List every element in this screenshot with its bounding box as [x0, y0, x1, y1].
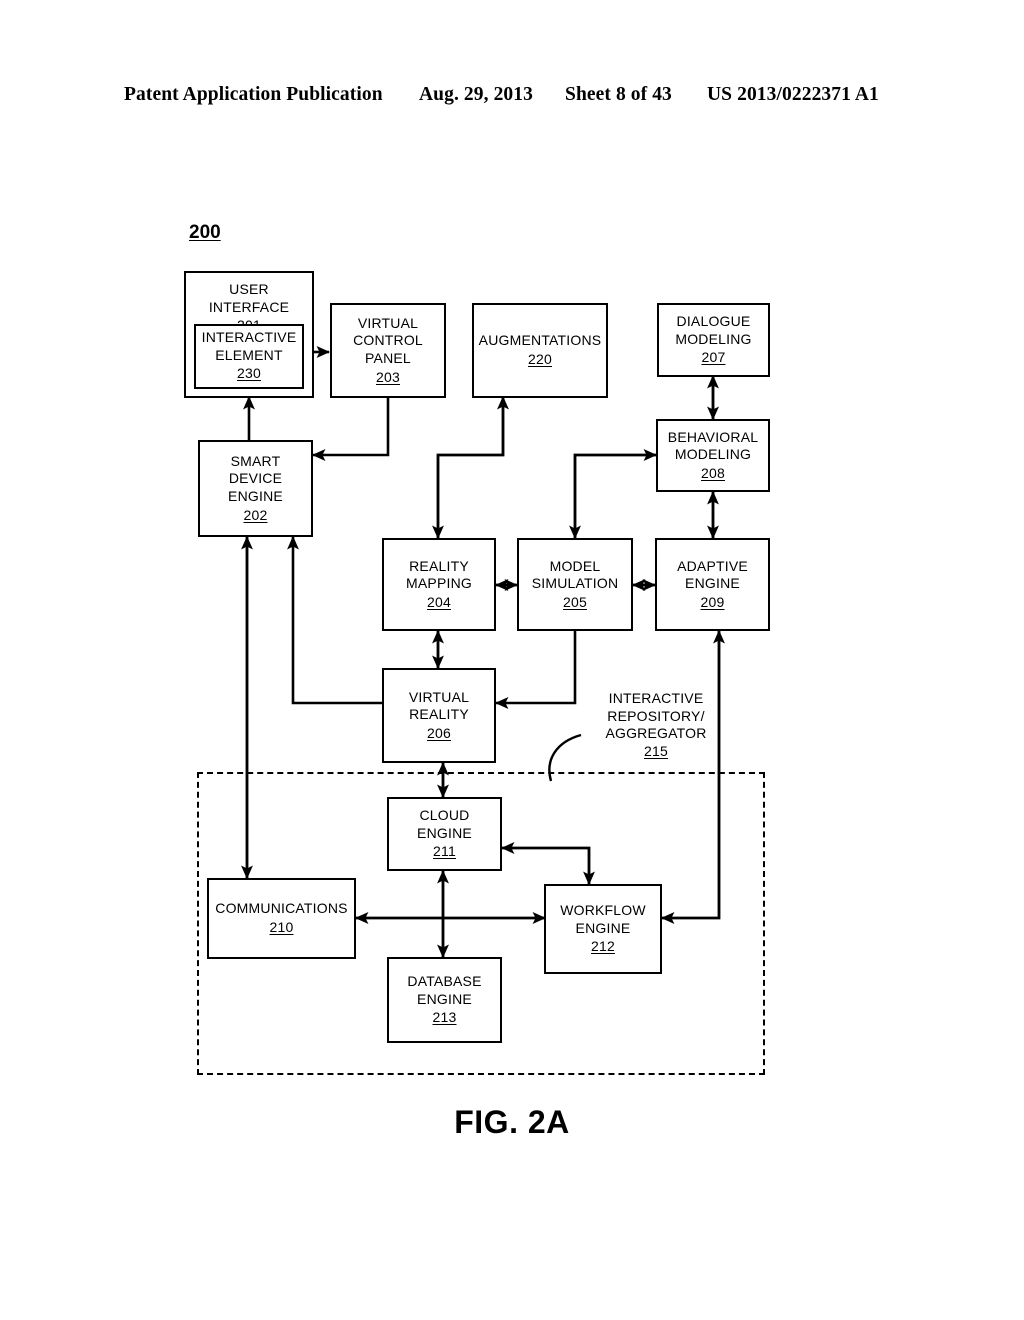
block-user-interface[interactable]: USER INTERFACE 201 INTERACTIVE ELEMENT 2… — [184, 271, 314, 398]
block-smart-device-engine[interactable]: SMART DEVICE ENGINE 202 — [198, 440, 313, 537]
dialogue-modeling-ref: 207 — [701, 349, 726, 366]
block-virtual-reality[interactable]: VIRTUAL REALITY 206 — [382, 668, 496, 763]
behavioral-modeling-ref: 208 — [701, 464, 725, 481]
adaptive-engine-title: ADAPTIVE ENGINE — [677, 557, 748, 592]
figure-caption: FIG. 2A — [454, 1104, 570, 1140]
block-reality-mapping[interactable]: REALITY MAPPING 204 — [382, 538, 496, 631]
interactive-element-ref: 230 — [237, 365, 261, 382]
cloud-engine-ref: 211 — [433, 843, 456, 860]
interactive-repository-title: INTERACTIVE REPOSITORY/ AGGREGATOR — [605, 690, 707, 742]
reality-mapping-ref: 204 — [427, 593, 451, 610]
virtual-control-panel-ref: 203 — [376, 368, 400, 385]
user-interface-title: USER INTERFACE — [208, 281, 290, 315]
communications-title: COMMUNICATIONS — [215, 900, 348, 917]
virtual-reality-ref: 206 — [427, 724, 451, 741]
smart-device-engine-title: SMART DEVICE ENGINE — [228, 452, 283, 504]
block-model-simulation[interactable]: MODEL SIMULATION 205 — [517, 538, 633, 631]
block-adaptive-engine[interactable]: ADAPTIVE ENGINE 209 — [655, 538, 770, 631]
block-workflow-engine[interactable]: WORKFLOW ENGINE 212 — [544, 884, 662, 974]
database-engine-title: DATABASE ENGINE — [407, 973, 482, 1007]
block-communications[interactable]: COMMUNICATIONS 210 — [207, 878, 356, 959]
interactive-repository-callout: INTERACTIVE REPOSITORY/ AGGREGATOR 215 — [566, 690, 746, 761]
behavioral-modeling-title: BEHAVIORAL MODELING — [667, 428, 759, 463]
augmentations-ref: 220 — [528, 351, 552, 367]
system-reference-label: 200 — [189, 222, 221, 243]
model-simulation-title: MODEL SIMULATION — [531, 557, 619, 592]
augmentations-title: AUGMENTATIONS — [478, 332, 602, 349]
cloud-engine-title: CLOUD ENGINE — [417, 807, 472, 841]
block-virtual-control-panel[interactable]: VIRTUAL CONTROL PANEL 203 — [330, 303, 446, 398]
dialogue-modeling-title: DIALOGUE MODELING — [675, 313, 752, 347]
smart-device-engine-ref: 202 — [243, 506, 268, 523]
block-behavioral-modeling[interactable]: BEHAVIORAL MODELING 208 — [656, 419, 770, 492]
model-simulation-ref: 205 — [563, 593, 587, 610]
database-engine-ref: 213 — [432, 1009, 457, 1026]
communications-ref: 210 — [269, 919, 294, 935]
block-augmentations[interactable]: AUGMENTATIONS 220 — [472, 303, 608, 398]
virtual-reality-title: VIRTUAL REALITY — [408, 688, 470, 723]
block-cloud-engine[interactable]: CLOUD ENGINE 211 — [387, 797, 502, 871]
workflow-engine-title: WORKFLOW ENGINE — [560, 902, 646, 936]
block-interactive-element[interactable]: INTERACTIVE ELEMENT 230 — [194, 324, 304, 389]
interactive-repository-ref: 215 — [644, 742, 668, 759]
workflow-engine-ref: 212 — [591, 938, 615, 955]
virtual-control-panel-title: VIRTUAL CONTROL PANEL — [353, 314, 423, 366]
block-database-engine[interactable]: DATABASE ENGINE 213 — [387, 957, 502, 1043]
block-dialogue-modeling[interactable]: DIALOGUE MODELING 207 — [657, 303, 770, 377]
reality-mapping-title: REALITY MAPPING — [406, 557, 472, 592]
interactive-element-title: INTERACTIVE ELEMENT — [201, 329, 297, 363]
adaptive-engine-ref: 209 — [700, 593, 725, 610]
